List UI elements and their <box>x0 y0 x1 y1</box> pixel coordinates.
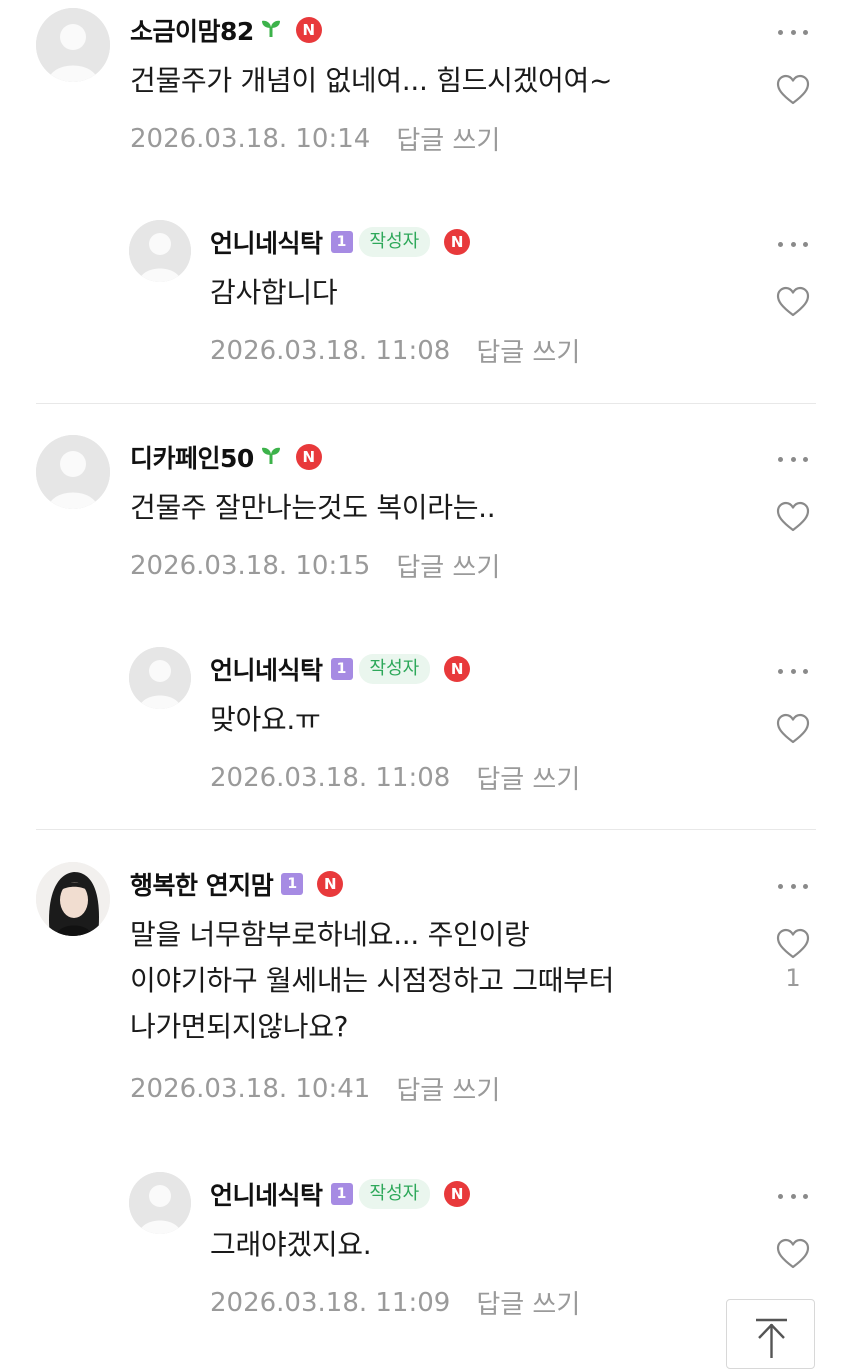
default-avatar-icon[interactable] <box>129 220 191 282</box>
like-button[interactable] <box>776 1238 810 1274</box>
sprout-icon <box>260 17 282 43</box>
comment-author[interactable]: 소금이맘82 <box>130 12 254 48</box>
reply-button[interactable]: 답글 쓰기 <box>396 547 500 584</box>
more-dots-icon[interactable] <box>778 661 808 681</box>
level-badge-icon: 1 <box>330 1183 353 1205</box>
level-badge-icon: 1 <box>281 873 304 895</box>
comment-author-row: 언니네식탁 1 작성자 N <box>210 1176 471 1212</box>
default-avatar-icon[interactable] <box>36 8 110 82</box>
comment-author-row: 소금이맘82 N <box>130 13 322 47</box>
comment-author-row: 행복한 연지맘 1 N <box>130 866 344 902</box>
reply-button[interactable]: 답글 쓰기 <box>476 1284 580 1321</box>
heart-outline-icon <box>776 713 810 744</box>
comment-date: 2026.03.18. 10:15 <box>130 550 371 581</box>
comment-content: 건물주가 개념이 없네여... 힘드시겠어여~ <box>130 58 612 104</box>
like-button[interactable] <box>776 501 810 537</box>
comment-divider <box>36 829 816 830</box>
comment-date: 2026.03.18. 11:08 <box>210 335 451 366</box>
author-tag: 작성자 <box>358 227 431 257</box>
default-avatar-icon[interactable] <box>36 435 110 509</box>
comment-content: 말을 너무함부로하네요... 주인이랑 이야기하구 월세내는 시점정하고 그때부… <box>130 912 614 1050</box>
comment-content-line: 건물주가 개념이 없네여... 힘드시겠어여~ <box>130 64 613 97</box>
more-dots-icon[interactable] <box>778 876 808 896</box>
n-badge-icon: N <box>444 656 471 682</box>
like-button[interactable] <box>776 74 810 110</box>
sprout-icon <box>260 444 282 470</box>
more-dots-icon[interactable] <box>778 1186 808 1206</box>
comment-meta: 2026.03.18. 11:08 답글 쓰기 <box>210 759 580 796</box>
comment-author[interactable]: 언니네식탁 <box>210 651 323 687</box>
reply-button[interactable]: 답글 쓰기 <box>476 759 580 796</box>
like-count: 1 <box>785 964 801 992</box>
default-avatar-icon[interactable] <box>129 1172 191 1234</box>
comment-author[interactable]: 언니네식탁 <box>210 224 323 260</box>
comment-content-line: 그래야겠지요. <box>210 1228 372 1261</box>
author-tag: 작성자 <box>358 1179 431 1209</box>
reply-button[interactable]: 답글 쓰기 <box>396 1070 500 1107</box>
comment-date: 2026.03.18. 11:08 <box>210 762 451 793</box>
comment-author-row: 디카페인50 N <box>130 440 322 474</box>
comment-author-row: 언니네식탁 1 작성자 N <box>210 651 471 687</box>
comment-content: 건물주 잘만나는것도 복이라는.. <box>130 485 496 531</box>
heart-outline-icon <box>776 501 810 532</box>
comment-author[interactable]: 행복한 연지맘 <box>130 866 274 902</box>
comment-content-line: 이야기하구 월세내는 시점정하고 그때부터 <box>130 964 615 997</box>
comment-author-row: 언니네식탁 1 작성자 N <box>210 224 471 260</box>
author-tag: 작성자 <box>358 654 431 684</box>
arrow-up-icon <box>756 1318 787 1358</box>
reply-button[interactable]: 답글 쓰기 <box>396 120 500 157</box>
like-button[interactable]: 1 <box>776 928 810 992</box>
comment-divider <box>36 403 816 404</box>
heart-outline-icon <box>776 928 810 959</box>
more-dots-icon[interactable] <box>778 234 808 254</box>
heart-outline-icon <box>776 74 810 105</box>
n-badge-icon: N <box>295 17 322 43</box>
more-dots-icon[interactable] <box>778 449 808 469</box>
n-badge-icon: N <box>317 871 344 897</box>
comment-author[interactable]: 디카페인50 <box>130 439 254 475</box>
more-dots-icon[interactable] <box>778 22 808 42</box>
like-button[interactable] <box>776 286 810 322</box>
level-badge-icon: 1 <box>330 231 353 253</box>
comment-meta: 2026.03.18. 10:41 답글 쓰기 <box>130 1070 500 1107</box>
n-badge-icon: N <box>444 229 471 255</box>
comment-date: 2026.03.18. 10:41 <box>130 1073 371 1104</box>
like-button[interactable] <box>776 713 810 749</box>
level-badge-icon: 1 <box>330 658 353 680</box>
comment-meta: 2026.03.18. 10:14 답글 쓰기 <box>130 120 500 157</box>
comment-content-line: 건물주 잘만나는것도 복이라는.. <box>130 491 496 524</box>
n-badge-icon: N <box>444 1181 471 1207</box>
comment-content-line: 말을 너무함부로하네요... 주인이랑 <box>130 918 530 951</box>
user-photo-avatar[interactable] <box>36 862 110 936</box>
heart-outline-icon <box>776 1238 810 1269</box>
comment-meta: 2026.03.18. 10:15 답글 쓰기 <box>130 547 500 584</box>
default-avatar-icon[interactable] <box>129 647 191 709</box>
comment-author[interactable]: 언니네식탁 <box>210 1176 323 1212</box>
scroll-top-button[interactable] <box>726 1299 815 1369</box>
comment-content-line: 감사합니다 <box>210 276 338 309</box>
comment-content: 맞아요.ㅠ <box>210 697 321 743</box>
comment-date: 2026.03.18. 10:14 <box>130 123 371 154</box>
comment-meta: 2026.03.18. 11:09 답글 쓰기 <box>210 1284 580 1321</box>
comment-content-line: 나가면되지않나요? <box>130 1010 349 1043</box>
n-badge-icon: N <box>295 444 322 470</box>
heart-outline-icon <box>776 286 810 317</box>
comment-content: 그래야겠지요. <box>210 1222 372 1268</box>
comment-content-line: 맞아요.ㅠ <box>210 703 321 736</box>
comment-content: 감사합니다 <box>210 270 338 316</box>
reply-button[interactable]: 답글 쓰기 <box>476 332 580 369</box>
comment-meta: 2026.03.18. 11:08 답글 쓰기 <box>210 332 580 369</box>
comment-date: 2026.03.18. 11:09 <box>210 1287 451 1318</box>
